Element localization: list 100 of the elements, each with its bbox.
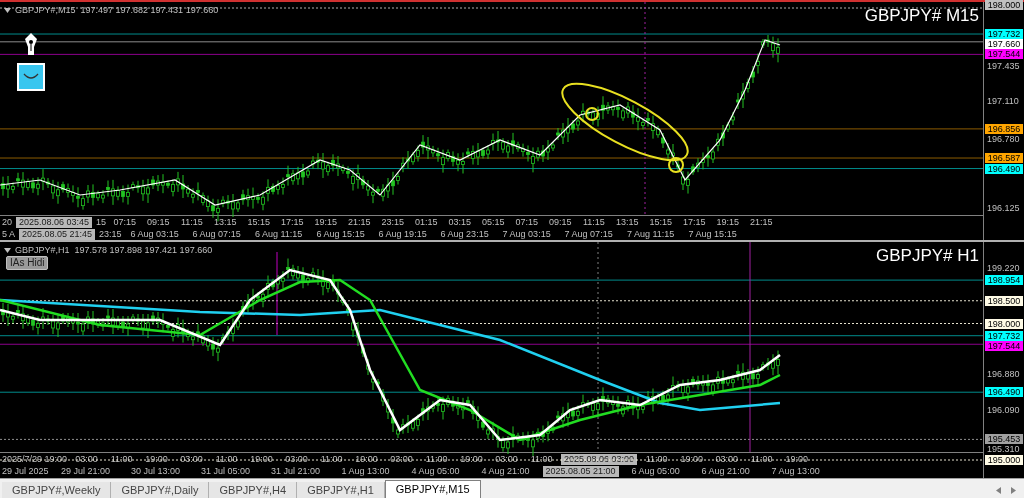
time-label: 6 Aug 19:15 — [377, 228, 428, 240]
time-label: 21:15 — [749, 216, 774, 228]
time-label: 03:00 — [284, 453, 309, 465]
price-label: 197.110 — [987, 96, 1019, 107]
time-label: 21:15 — [347, 216, 372, 228]
time-label: 29 Jul 21:00 — [60, 465, 112, 477]
time-label: 11:15 — [179, 216, 204, 228]
chart-tab[interactable]: GBPJPY#,H4 — [209, 482, 298, 498]
time-tag: 2025.08.05 21:45 — [19, 228, 96, 240]
time-label: 23:15 — [380, 216, 406, 228]
time-label: 03:00 — [389, 453, 414, 465]
time-label: 20 — [1, 216, 13, 228]
time-label: 6 Aug 15:15 — [315, 228, 366, 240]
time-label: 31 Jul 21:00 — [270, 465, 322, 477]
time-label: 19:00 — [144, 453, 169, 465]
time-label: 13:15 — [615, 216, 640, 228]
time-label: 03:00 — [714, 453, 739, 465]
collapse-triangle-icon[interactable] — [4, 248, 11, 253]
time-label: 31 Jul 05:00 — [200, 465, 252, 477]
smile-button[interactable] — [17, 63, 45, 91]
price-tag: 196.587 — [985, 153, 1023, 163]
time-label: 19:00 — [354, 453, 379, 465]
time-label: 03:15 — [447, 216, 473, 228]
price-tag: 198.000 — [985, 0, 1023, 10]
chart-title: GBPJPY# H1 — [876, 246, 979, 266]
price-label: 196.090 — [987, 405, 1020, 416]
price-tag: 198.000 — [985, 318, 1023, 329]
price-label: 196.780 — [987, 133, 1020, 144]
time-tag: 2025.08.06 03:00 — [561, 453, 638, 465]
time-label: 23:15 — [98, 228, 123, 240]
time-label: 11:00 — [424, 453, 449, 465]
time-label: 15:15 — [246, 216, 272, 228]
chart-tab[interactable]: GBPJPY#,Daily — [111, 482, 210, 498]
time-label: 03:00 — [74, 453, 99, 465]
time-label: 19:15 — [715, 216, 741, 228]
time-label: 17:15 — [682, 216, 707, 228]
time-label: 6 Aug 11:15 — [253, 228, 304, 240]
indicator-button[interactable]: IAs Hidi — [6, 256, 49, 270]
price-label: 195.310 — [987, 444, 1020, 455]
pen-nib-icon[interactable] — [24, 33, 38, 55]
time-label: 13:15 — [213, 216, 238, 228]
price-label: 196.880 — [987, 369, 1020, 380]
price-label: 199.220 — [987, 263, 1020, 273]
time-label: 29 Jul 2025 — [1, 465, 50, 477]
price-tag: 197.732 — [985, 330, 1023, 341]
time-label: 15 — [95, 216, 108, 228]
time-label: 11:00 — [319, 453, 344, 465]
time-label: 6 Aug 21:00 — [700, 465, 751, 477]
price-label: 197.435 — [987, 61, 1020, 72]
time-tag: 2025.08.06 03:45 — [16, 216, 93, 228]
price-tag: 196.490 — [985, 387, 1023, 398]
time-label: 6 Aug 07:15 — [191, 228, 242, 240]
chart-tab[interactable]: GBPJPY#,H1 — [297, 482, 385, 498]
scroll-left-icon[interactable] — [996, 486, 1001, 494]
price-tag: 196.856 — [985, 123, 1023, 134]
time-label: 01:15 — [414, 216, 439, 228]
time-label: 03:00 — [494, 453, 519, 465]
time-label: 19:15 — [313, 216, 339, 228]
time-label: 11:00 — [109, 453, 134, 465]
time-label: 7 Aug 15:15 — [687, 228, 738, 240]
time-label: 5 A — [1, 228, 16, 240]
time-label: 09:15 — [146, 216, 171, 228]
time-label: 1 Aug 13:00 — [340, 465, 391, 477]
collapse-triangle-icon[interactable] — [4, 8, 11, 13]
price-tag: 197.732 — [985, 29, 1023, 39]
time-label: 7 Aug 13:00 — [770, 465, 821, 477]
time-label: 6 Aug 05:00 — [630, 465, 681, 477]
time-label: 7 Aug 03:15 — [501, 228, 552, 240]
price-tag: 195.000 — [985, 455, 1023, 465]
time-label: 2025/7/29 19:00 — [1, 453, 69, 465]
chart-header: GBPJPY#,M15 197.497 197.682 197.431 197.660 — [15, 5, 219, 16]
time-label: 19:00 — [679, 453, 704, 465]
price-label: 196.125 — [987, 203, 1020, 214]
time-label: 6 Aug 03:15 — [129, 228, 180, 240]
price-tag: 197.660 — [985, 39, 1023, 49]
time-label: 6 Aug 23:15 — [439, 228, 490, 240]
time-label: 11:00 — [529, 453, 554, 465]
price-tag: 197.544 — [985, 49, 1023, 60]
scroll-right-icon[interactable] — [1011, 486, 1016, 494]
time-label: 11:00 — [749, 453, 774, 465]
time-label: 7 Aug 07:15 — [563, 228, 614, 240]
time-label: 7 Aug 11:15 — [625, 228, 676, 240]
chart-tab[interactable]: GBPJPY#,M15 — [384, 480, 481, 498]
chart-tab[interactable]: GBPJPY#,Weekly — [2, 482, 112, 498]
time-label: 03:00 — [179, 453, 204, 465]
time-label: 07:15 — [112, 216, 138, 228]
price-tag: 198.500 — [985, 295, 1023, 306]
chart-title: GBPJPY# M15 — [864, 6, 979, 26]
time-label: 19:00 — [459, 453, 484, 465]
price-tag: 195.453 — [985, 434, 1023, 445]
time-label: 4 Aug 21:00 — [480, 465, 531, 477]
price-tag: 196.490 — [985, 163, 1023, 174]
price-tag: 197.544 — [985, 340, 1023, 351]
time-label: 19:00 — [784, 453, 809, 465]
time-label: 11:00 — [214, 453, 239, 465]
time-tag: 2025.08.05 21:00 — [542, 465, 619, 477]
time-label: 15:15 — [648, 216, 674, 228]
time-label: 11:15 — [581, 216, 606, 228]
smile-icon — [23, 73, 39, 81]
chart-header: GBPJPY#,H1 197.578 197.898 197.421 197.660 — [15, 245, 213, 256]
